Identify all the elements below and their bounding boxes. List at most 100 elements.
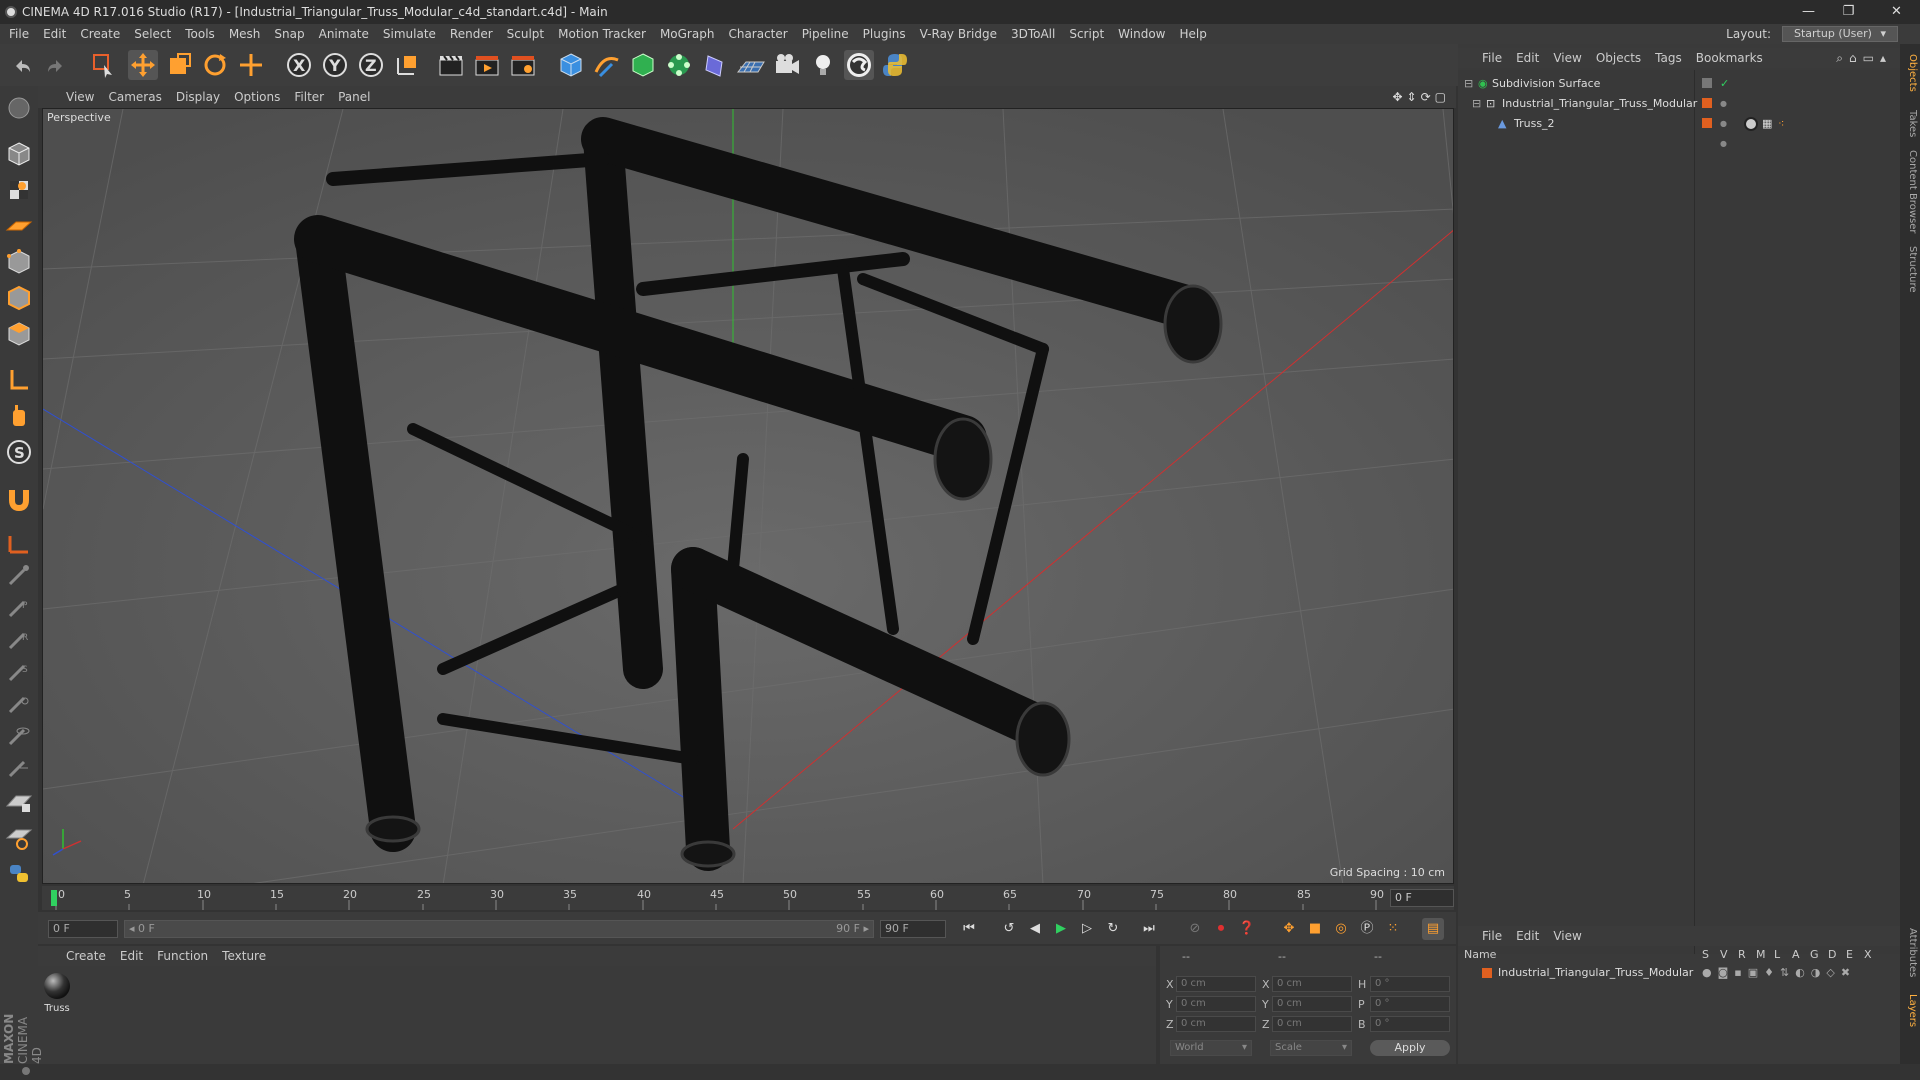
z-axis-lock-button[interactable]: Z — [356, 50, 386, 80]
menu-render[interactable]: Render — [443, 24, 500, 44]
collapse-toggle-icon[interactable]: ⊟ — [1464, 74, 1473, 94]
coord-rot-h-field[interactable]: 0 ° — [1370, 976, 1450, 992]
sculpt-tool-4-button[interactable]: S — [4, 658, 34, 686]
y-axis-lock-button[interactable]: Y — [320, 50, 350, 80]
menu-animate[interactable]: Animate — [312, 24, 376, 44]
layers-menu-view[interactable]: View — [1546, 926, 1588, 946]
side-tab-takes[interactable]: Takes — [1902, 110, 1918, 137]
previous-frame-button[interactable]: ◀ — [1024, 918, 1046, 940]
autokey-button[interactable]: ⏺ — [1210, 918, 1232, 940]
sculpt-tool-5-button[interactable] — [4, 690, 34, 718]
record-rotation-button[interactable]: ◎ — [1330, 918, 1352, 940]
coord-mode-dropdown[interactable]: World ▾ — [1170, 1040, 1252, 1056]
vray-bridge-button[interactable] — [844, 50, 874, 80]
record-parameter-button[interactable]: Ⓟ — [1356, 918, 1378, 940]
recent-tool-button[interactable] — [236, 50, 266, 80]
side-tab-attributes[interactable]: Attributes — [1902, 928, 1918, 977]
add-floor-button[interactable] — [736, 50, 766, 80]
phong-tag-icon[interactable]: ⁖ — [1778, 114, 1784, 134]
coord-rot-b-field[interactable]: 0 ° — [1370, 1016, 1450, 1032]
coord-pos-z-field[interactable]: 0 cm — [1176, 1016, 1256, 1032]
menu-window[interactable]: Window — [1111, 24, 1172, 44]
viewport-nav-icons[interactable]: ✥⇕⟳▢ — [1392, 86, 1450, 108]
frame-range-slider[interactable]: ◂ 0 F 90 F ▸ — [124, 920, 874, 938]
layer-row[interactable]: Industrial_Triangular_Truss_Modular ●◙▪▣… — [1458, 964, 1900, 982]
menu-help[interactable]: Help — [1172, 24, 1213, 44]
viewport-menu-filter[interactable]: Filter — [287, 86, 331, 108]
redo-button[interactable] — [40, 50, 70, 80]
go-to-end-button[interactable]: ⏭ — [1138, 918, 1160, 940]
layers-menu-file[interactable]: File — [1458, 926, 1509, 946]
material-menu-create[interactable]: Create — [38, 946, 113, 966]
close-button[interactable]: ✕ — [1874, 0, 1919, 24]
menu-motion-tracker[interactable]: Motion Tracker — [551, 24, 653, 44]
coord-size-x-field[interactable]: 0 cm — [1272, 976, 1352, 992]
layer-toggle-icons[interactable]: ●◙▪▣♦⇅◐◑◇✖ — [1702, 964, 1856, 982]
timeline-ruler[interactable]: 0 5 10 15 20 25 30 35 40 45 50 55 60 65 … — [42, 886, 1454, 910]
record-position-button[interactable]: ✥ — [1278, 918, 1300, 940]
layer-color-swatch[interactable] — [1702, 98, 1712, 108]
objects-menu-bookmarks[interactable]: Bookmarks — [1689, 48, 1770, 68]
texture-mode-button[interactable] — [4, 176, 34, 204]
collapse-toggle-icon[interactable]: ⊟ — [1472, 94, 1481, 114]
workplane-mode-button[interactable] — [4, 212, 34, 240]
material-tag-icon[interactable] — [1744, 117, 1758, 131]
scale-mode-dropdown[interactable]: Scale ▾ — [1270, 1040, 1352, 1056]
coord-rot-p-field[interactable]: 0 ° — [1370, 996, 1450, 1012]
timeline-window-button[interactable]: ▤ — [1422, 918, 1444, 940]
menu-edit[interactable]: Edit — [36, 24, 73, 44]
layer-swatch[interactable] — [1702, 78, 1712, 88]
add-cube-button[interactable] — [556, 50, 586, 80]
object-row-subdivision-surface[interactable]: ⊟ ◉ Subdivision Surface ✓ — [1458, 74, 1900, 94]
menu-tools[interactable]: Tools — [178, 24, 222, 44]
sculpt-tool-6-button[interactable] — [4, 722, 34, 750]
points-mode-button[interactable] — [4, 248, 34, 276]
maximize-button[interactable]: ❐ — [1826, 0, 1871, 24]
end-frame-field[interactable]: 90 F — [880, 920, 946, 938]
locked-workplane-button[interactable] — [4, 788, 34, 816]
sculpt-tool-7-button[interactable] — [4, 754, 34, 782]
make-editable-button[interactable] — [4, 94, 34, 122]
texture-tag-icon[interactable]: ▦ — [1762, 114, 1772, 134]
menu-file[interactable]: File — [0, 24, 36, 44]
go-to-start-button[interactable]: ⏮ — [958, 918, 980, 940]
polygons-mode-button[interactable] — [4, 320, 34, 348]
viewport-menu-options[interactable]: Options — [227, 86, 287, 108]
edges-mode-button[interactable] — [4, 284, 34, 312]
material-menu-texture[interactable]: Texture — [215, 946, 273, 966]
current-frame-field[interactable]: 0 F — [1390, 889, 1454, 907]
rotate-tool-button[interactable] — [200, 50, 230, 80]
record-scale-button[interactable]: ■ — [1304, 918, 1326, 940]
record-keys-button[interactable]: ⊘ — [1184, 918, 1206, 940]
side-tab-objects[interactable]: Objects — [1902, 54, 1918, 92]
render-to-picture-viewer-button[interactable] — [472, 50, 502, 80]
menu-3dtoall[interactable]: 3DToAll — [1004, 24, 1062, 44]
objects-menu-file[interactable]: File — [1458, 48, 1509, 68]
viewport-camera-label[interactable]: Perspective — [47, 111, 111, 124]
sculpt-tool-1-button[interactable] — [4, 562, 34, 590]
planar-workplane-button[interactable] — [4, 824, 34, 852]
add-subdivision-button[interactable] — [628, 50, 658, 80]
add-camera-button[interactable] — [772, 50, 802, 80]
menu-mograph[interactable]: MoGraph — [653, 24, 722, 44]
perspective-viewport[interactable]: Perspective Grid Spacing : 10 cm — [42, 108, 1454, 884]
layer-color-swatch[interactable] — [1702, 118, 1712, 128]
material-menu-edit[interactable]: Edit — [113, 946, 150, 966]
minimize-button[interactable]: — — [1786, 0, 1831, 24]
object-row-truss-2[interactable]: ▲ Truss_2 ● ● ▦ ⁖ — [1458, 114, 1900, 148]
menu-pipeline[interactable]: Pipeline — [795, 24, 856, 44]
add-light-button[interactable] — [808, 50, 838, 80]
move-tool-button[interactable] — [128, 50, 158, 80]
menu-select[interactable]: Select — [127, 24, 178, 44]
python-console-button[interactable] — [4, 860, 34, 888]
python-script-button[interactable] — [880, 50, 910, 80]
side-tab-layers[interactable]: Layers — [1902, 994, 1918, 1027]
render-view-button[interactable] — [436, 50, 466, 80]
x-axis-lock-button[interactable]: X — [284, 50, 314, 80]
coord-size-z-field[interactable]: 0 cm — [1272, 1016, 1352, 1032]
layout-dropdown[interactable]: Startup (User) ▾ — [1782, 26, 1898, 42]
coord-size-y-field[interactable]: 0 cm — [1272, 996, 1352, 1012]
magnet-tool-button[interactable] — [4, 484, 34, 512]
coord-pos-x-field[interactable]: 0 cm — [1176, 976, 1256, 992]
add-array-button[interactable] — [664, 50, 694, 80]
